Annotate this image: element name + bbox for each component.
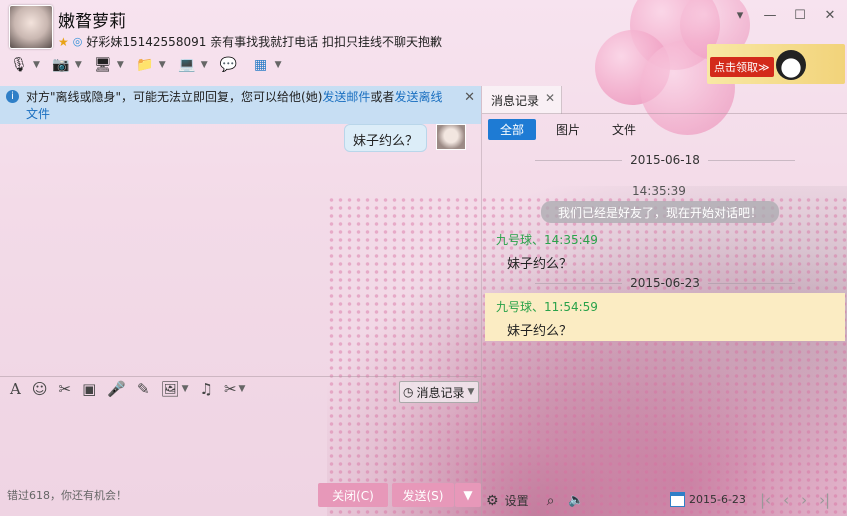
message-text: 妹子约么？ bbox=[507, 324, 573, 339]
filter-files[interactable]: 文件 bbox=[600, 119, 648, 140]
send-email-link[interactable]: 发送邮件 bbox=[322, 90, 370, 104]
shake-icon[interactable]: ▣ bbox=[82, 380, 96, 398]
promo-tip[interactable]: 错过618，你还有机会！ bbox=[7, 487, 127, 503]
message-text: 妹子约么？ bbox=[507, 257, 573, 272]
message-time: 14:35:39 bbox=[632, 184, 686, 198]
gear-icon[interactable]: ⚙ bbox=[486, 493, 499, 509]
pane-divider[interactable] bbox=[481, 86, 482, 516]
send-button[interactable]: 发送(S) bbox=[392, 483, 454, 507]
date-separator: 2015-06-18 bbox=[535, 153, 795, 167]
settings-label[interactable]: 设置 bbox=[505, 492, 529, 509]
minimize-button[interactable]: — bbox=[763, 8, 777, 23]
close-icon[interactable]: ✕ bbox=[464, 89, 475, 106]
filter-all[interactable]: 全部 bbox=[488, 119, 537, 140]
prev-page-icon[interactable]: ‹ bbox=[783, 491, 789, 509]
voice-button[interactable]: 🎙 ▼ bbox=[8, 54, 40, 76]
message-sender: 九号球、11:54:59 bbox=[496, 300, 598, 314]
history-button-label: 消息记录 bbox=[416, 385, 465, 400]
menu-dropdown-icon[interactable]: ▾ bbox=[733, 8, 747, 23]
tab-divider bbox=[482, 113, 847, 114]
next-page-icon[interactable]: › bbox=[801, 491, 807, 509]
history-filters: 全部 图片 文件 bbox=[488, 119, 648, 140]
apps-button[interactable]: ▦ ▼ bbox=[250, 54, 282, 76]
invite-button[interactable]: 💬 bbox=[218, 54, 240, 76]
chevron-down-icon[interactable]: ▼ bbox=[182, 384, 189, 394]
date-value: 2015-6-23 bbox=[689, 493, 746, 506]
history-status-bar: ⚙ 设置 ⌕ 🔈 bbox=[486, 492, 585, 509]
video-button[interactable]: 📷 ▼ bbox=[50, 54, 82, 76]
first-page-icon[interactable]: |‹ bbox=[760, 491, 771, 509]
chat-add-icon: 💬 bbox=[219, 57, 238, 73]
notice-text: 对方"离线或隐身"，可能无法立即回复，您可以给他(她) bbox=[26, 90, 323, 104]
chevron-down-icon[interactable]: ▼ bbox=[159, 60, 166, 70]
chevron-down-icon[interactable]: ▼ bbox=[75, 60, 82, 70]
edit-icon[interactable]: ✎ bbox=[137, 380, 150, 398]
date-picker[interactable]: 2015-6-23 bbox=[670, 492, 746, 507]
history-nav: |‹ ‹ › ›| bbox=[760, 491, 830, 509]
star-icon: ★ bbox=[58, 34, 69, 49]
send-options-dropdown[interactable]: ▼ bbox=[455, 483, 481, 507]
date-separator: 2015-06-23 bbox=[535, 276, 795, 290]
chat-bubble-self: 妹子约么？ bbox=[344, 124, 428, 152]
chevron-down-icon[interactable]: ▼ bbox=[275, 60, 282, 70]
search-icon[interactable]: ⌕ bbox=[547, 493, 555, 509]
chevron-down-icon[interactable]: ▼ bbox=[117, 60, 124, 70]
filter-images[interactable]: 图片 bbox=[544, 119, 592, 140]
camera-icon: 📷 bbox=[52, 57, 70, 73]
magic-icon[interactable]: ✂ bbox=[58, 380, 71, 398]
clock-icon: ◷ bbox=[403, 385, 414, 399]
close-icon[interactable]: ✕ bbox=[545, 91, 555, 105]
monitor-icon: 🖥 bbox=[93, 57, 112, 73]
message-sender: 九号球、14:35:49 bbox=[496, 233, 598, 247]
q-status-icon: ◎ bbox=[72, 35, 83, 48]
chevron-down-icon[interactable]: ▼ bbox=[239, 384, 246, 394]
penguin-icon bbox=[776, 50, 806, 80]
calendar-icon bbox=[670, 492, 685, 507]
remote-button[interactable]: 🖥 ▼ bbox=[92, 54, 124, 76]
screen-share-icon: 💻 bbox=[177, 57, 196, 73]
contact-signature: 好彩妹15142558091 亲有事找我就打电话 扣扣只挂线不聊天抱歉 bbox=[86, 35, 442, 49]
signature-row: ★ ◎ 好彩妹15142558091 亲有事找我就打电话 扣扣只挂线不聊天抱歉 bbox=[58, 33, 442, 50]
folder-icon: 📁 bbox=[136, 57, 154, 73]
chevron-down-icon: ▼ bbox=[467, 387, 475, 397]
system-message: 我们已经是好友了，现在开始对话吧！ bbox=[541, 201, 779, 223]
window-controls: ▾ — ☐ ✕ bbox=[733, 8, 837, 23]
offline-notice: i 对方"离线或隐身"，可能无法立即回复，您可以给他(她)发送邮件或者发送离线文… bbox=[0, 86, 481, 124]
speaker-icon[interactable]: 🔈 bbox=[568, 493, 584, 508]
message-history-button[interactable]: ◷ 消息记录 ▼ bbox=[399, 381, 479, 403]
contact-avatar[interactable] bbox=[9, 5, 53, 49]
info-icon: i bbox=[6, 90, 19, 103]
emoji-icon[interactable]: ☺ bbox=[32, 380, 48, 398]
share-screen-button[interactable]: 💻 ▼ bbox=[176, 54, 208, 76]
close-button[interactable]: 关闭(C) bbox=[318, 483, 388, 507]
chevron-down-icon[interactable]: ▼ bbox=[201, 60, 208, 70]
ad-claim-button[interactable]: 点击领取≫ bbox=[710, 57, 774, 77]
screenshot-icon[interactable]: ✂ bbox=[224, 380, 237, 398]
image-icon[interactable]: 🖼 bbox=[161, 380, 180, 398]
notice-text-mid: 或者 bbox=[370, 90, 395, 104]
last-page-icon[interactable]: ›| bbox=[819, 491, 830, 509]
self-avatar[interactable] bbox=[436, 124, 466, 150]
microphone-icon: 🎙 bbox=[10, 57, 28, 73]
voice-message-icon[interactable]: 🎤 bbox=[107, 380, 126, 398]
chevron-down-icon[interactable]: ▼ bbox=[33, 60, 40, 70]
apps-grid-icon: ▦ bbox=[253, 57, 268, 73]
send-file-button[interactable]: 📁 ▼ bbox=[134, 54, 166, 76]
contact-name: 嫩瞀萝莉 bbox=[58, 12, 126, 32]
close-window-button[interactable]: ✕ bbox=[823, 8, 837, 23]
maximize-button[interactable]: ☐ bbox=[793, 8, 807, 23]
font-icon[interactable]: A bbox=[10, 380, 21, 398]
music-icon[interactable]: ♫ bbox=[199, 380, 212, 398]
history-tab-label: 消息记录 bbox=[491, 94, 540, 108]
main-toolbar: 🎙 ▼ 📷 ▼ 🖥 ▼ 📁 ▼ 💻 ▼ 💬 ▦ ▼ bbox=[8, 54, 282, 76]
